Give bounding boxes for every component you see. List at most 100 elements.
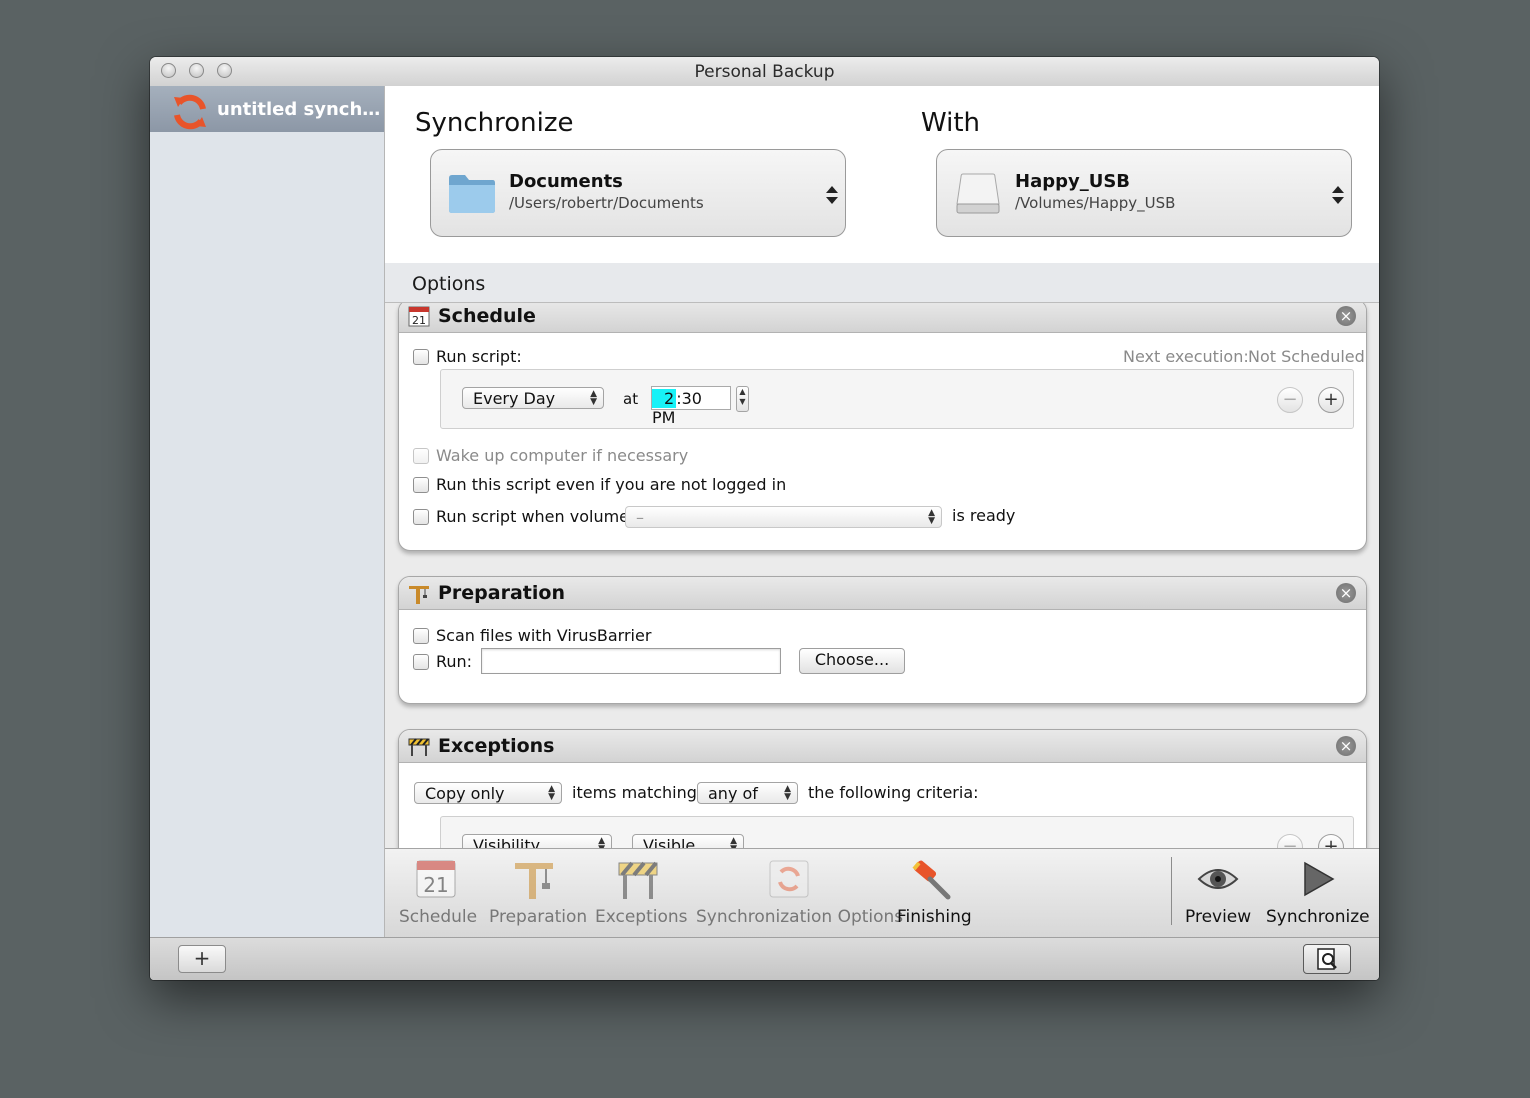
play-icon [1304, 861, 1335, 897]
volume-ready-label: Run script when volume [436, 507, 630, 526]
barrier-icon [408, 738, 430, 756]
toolbar-preview[interactable]: Preview [1185, 857, 1251, 927]
not-logged-in-checkbox[interactable] [413, 477, 429, 493]
toolbar-sync-options-label: Synchronization Options [696, 907, 904, 927]
crane-icon [409, 586, 429, 604]
exceptions-card: Exceptions × Copy only ▲ ▼ items matching … [398, 729, 1367, 848]
items-matching-label: items matching [572, 783, 697, 802]
target-name: Happy_USB [1015, 171, 1131, 192]
is-ready-label: is ready [952, 506, 1016, 525]
exceptions-card-header: Exceptions × [399, 730, 1366, 763]
magnifier-document-icon [1317, 948, 1337, 970]
toolbar-finishing-label: Finishing [897, 907, 972, 927]
target-path: /Volumes/Happy_USB [1015, 194, 1176, 212]
svg-text:21: 21 [423, 873, 448, 897]
close-icon[interactable]: × [1336, 583, 1356, 603]
up-down-arrows-icon [826, 186, 838, 204]
title-bar: Personal Backup [150, 57, 1379, 87]
criteria-label: the following criteria: [808, 783, 979, 802]
options-panes[interactable]: 21 Schedule × Run script: Next execution… [385, 303, 1379, 848]
preparation-title: Preparation [438, 582, 565, 604]
close-icon[interactable]: × [1336, 306, 1356, 326]
scan-virusbarrier-label: Scan files with VirusBarrier [436, 626, 652, 645]
toolbar-preparation-label: Preparation [489, 907, 588, 927]
sync-icon [174, 94, 206, 130]
options-label: Options [412, 273, 486, 295]
match-popup[interactable]: any of ▲ ▼ [697, 782, 798, 804]
copy-mode-popup[interactable]: Copy only ▲ ▼ [414, 782, 562, 804]
schedule-card-header: 21 Schedule × [399, 303, 1366, 333]
crane-icon [515, 863, 553, 899]
run-before-checkbox[interactable] [413, 654, 429, 670]
options-bar: Options [385, 263, 1379, 303]
run-path-field[interactable] [481, 648, 781, 674]
toolbar-exceptions[interactable]: Exceptions [595, 857, 688, 927]
schedule-card: 21 Schedule × Run script: Next execution… [398, 303, 1367, 551]
time-stepper[interactable]: ▲ ▼ [736, 386, 749, 412]
usb-drive-icon [956, 173, 1000, 214]
app-window: Personal Backup untitled synch… Synchron… [150, 57, 1379, 980]
toolbar-finishing[interactable]: Finishing [897, 857, 972, 927]
svg-text:21: 21 [412, 314, 426, 327]
toolbar-schedule[interactable]: 21 Schedule [399, 857, 478, 927]
volume-popup[interactable]: – ▲ ▼ [625, 506, 942, 528]
calendar-icon: 21 [408, 306, 430, 327]
wake-computer-checkbox[interactable] [413, 448, 429, 464]
remove-schedule-button[interactable]: − [1277, 387, 1303, 413]
bottom-bar: + [150, 937, 1379, 980]
frequency-popup[interactable]: Every Day ▲ ▼ [462, 387, 604, 409]
time-field[interactable]: 2:30 PM [651, 386, 731, 427]
synchronize-heading: Synchronize [415, 108, 574, 138]
exceptions-title: Exceptions [438, 735, 555, 757]
criteria-row: Visibility▲▼ Visible▲▼ − + [440, 816, 1354, 848]
schedule-title: Schedule [438, 305, 536, 327]
up-down-arrows-icon [1332, 186, 1344, 204]
add-criteria-button[interactable]: + [1318, 834, 1344, 848]
sidebar-item-sync-set[interactable]: untitled synch… [150, 86, 384, 132]
log-viewer-button[interactable] [1303, 944, 1351, 974]
toolbar-schedule-label: Schedule [399, 907, 478, 927]
choose-button[interactable]: Choose... [799, 648, 905, 674]
source-target-header: Synchronize With Documents /Users/robert… [385, 86, 1379, 264]
run-script-label: Run script: [436, 347, 522, 366]
at-label: at [623, 390, 639, 408]
window-title: Personal Backup [694, 62, 835, 82]
target-picker[interactable]: Happy_USB /Volumes/Happy_USB [936, 149, 1352, 237]
add-schedule-button[interactable]: + [1318, 387, 1344, 413]
volume-ready-checkbox[interactable] [413, 509, 429, 525]
sidebar: untitled synch… [150, 86, 385, 937]
schedule-entry-row: Every Day ▲ ▼ at 2:30 PM ▲ ▼ − + [440, 369, 1354, 429]
paint-roller-icon [912, 860, 951, 900]
source-name: Documents [509, 171, 623, 192]
next-execution-label: Next execution: [1123, 347, 1249, 366]
scan-virusbarrier-checkbox[interactable] [413, 628, 429, 644]
close-icon[interactable]: × [1336, 736, 1356, 756]
toolbar-sync-options[interactable]: Synchronization Options [696, 857, 904, 927]
next-execution-value: Not Scheduled [1248, 347, 1365, 366]
toolbar-separator [1171, 857, 1172, 925]
toolbar-synchronize-label: Synchronize [1266, 907, 1370, 927]
criteria-value-popup[interactable]: Visible▲▼ [632, 834, 744, 848]
run-script-checkbox[interactable] [413, 349, 429, 365]
run-before-label: Run: [436, 652, 473, 671]
with-heading: With [921, 108, 981, 138]
wake-computer-label: Wake up computer if necessary [436, 446, 689, 465]
source-path: /Users/robertr/Documents [509, 194, 704, 212]
add-sync-set-button[interactable]: + [178, 945, 226, 973]
time-hour[interactable]: 2 [652, 389, 677, 408]
eye-icon [1197, 869, 1239, 889]
toolbar-synchronize[interactable]: Synchronize [1266, 857, 1370, 927]
toolbar-exceptions-label: Exceptions [595, 907, 688, 927]
bottom-toolbar: 21 Schedule Preparation Exceptions Synch… [385, 848, 1379, 938]
folder-icon [449, 175, 495, 213]
criteria-field-popup[interactable]: Visibility▲▼ [462, 834, 612, 848]
source-picker[interactable]: Documents /Users/robertr/Documents [430, 149, 846, 237]
main-area: Synchronize With Documents /Users/robert… [385, 86, 1379, 938]
sidebar-item-label: untitled synch… [217, 99, 381, 120]
remove-criteria-button[interactable]: − [1277, 834, 1303, 848]
toolbar-preparation[interactable]: Preparation [489, 857, 588, 927]
preparation-card: Preparation × Scan files with VirusBarri… [398, 576, 1367, 704]
preparation-card-header: Preparation × [399, 577, 1366, 610]
sync-options-icon [769, 860, 809, 898]
barrier-icon [618, 861, 658, 899]
